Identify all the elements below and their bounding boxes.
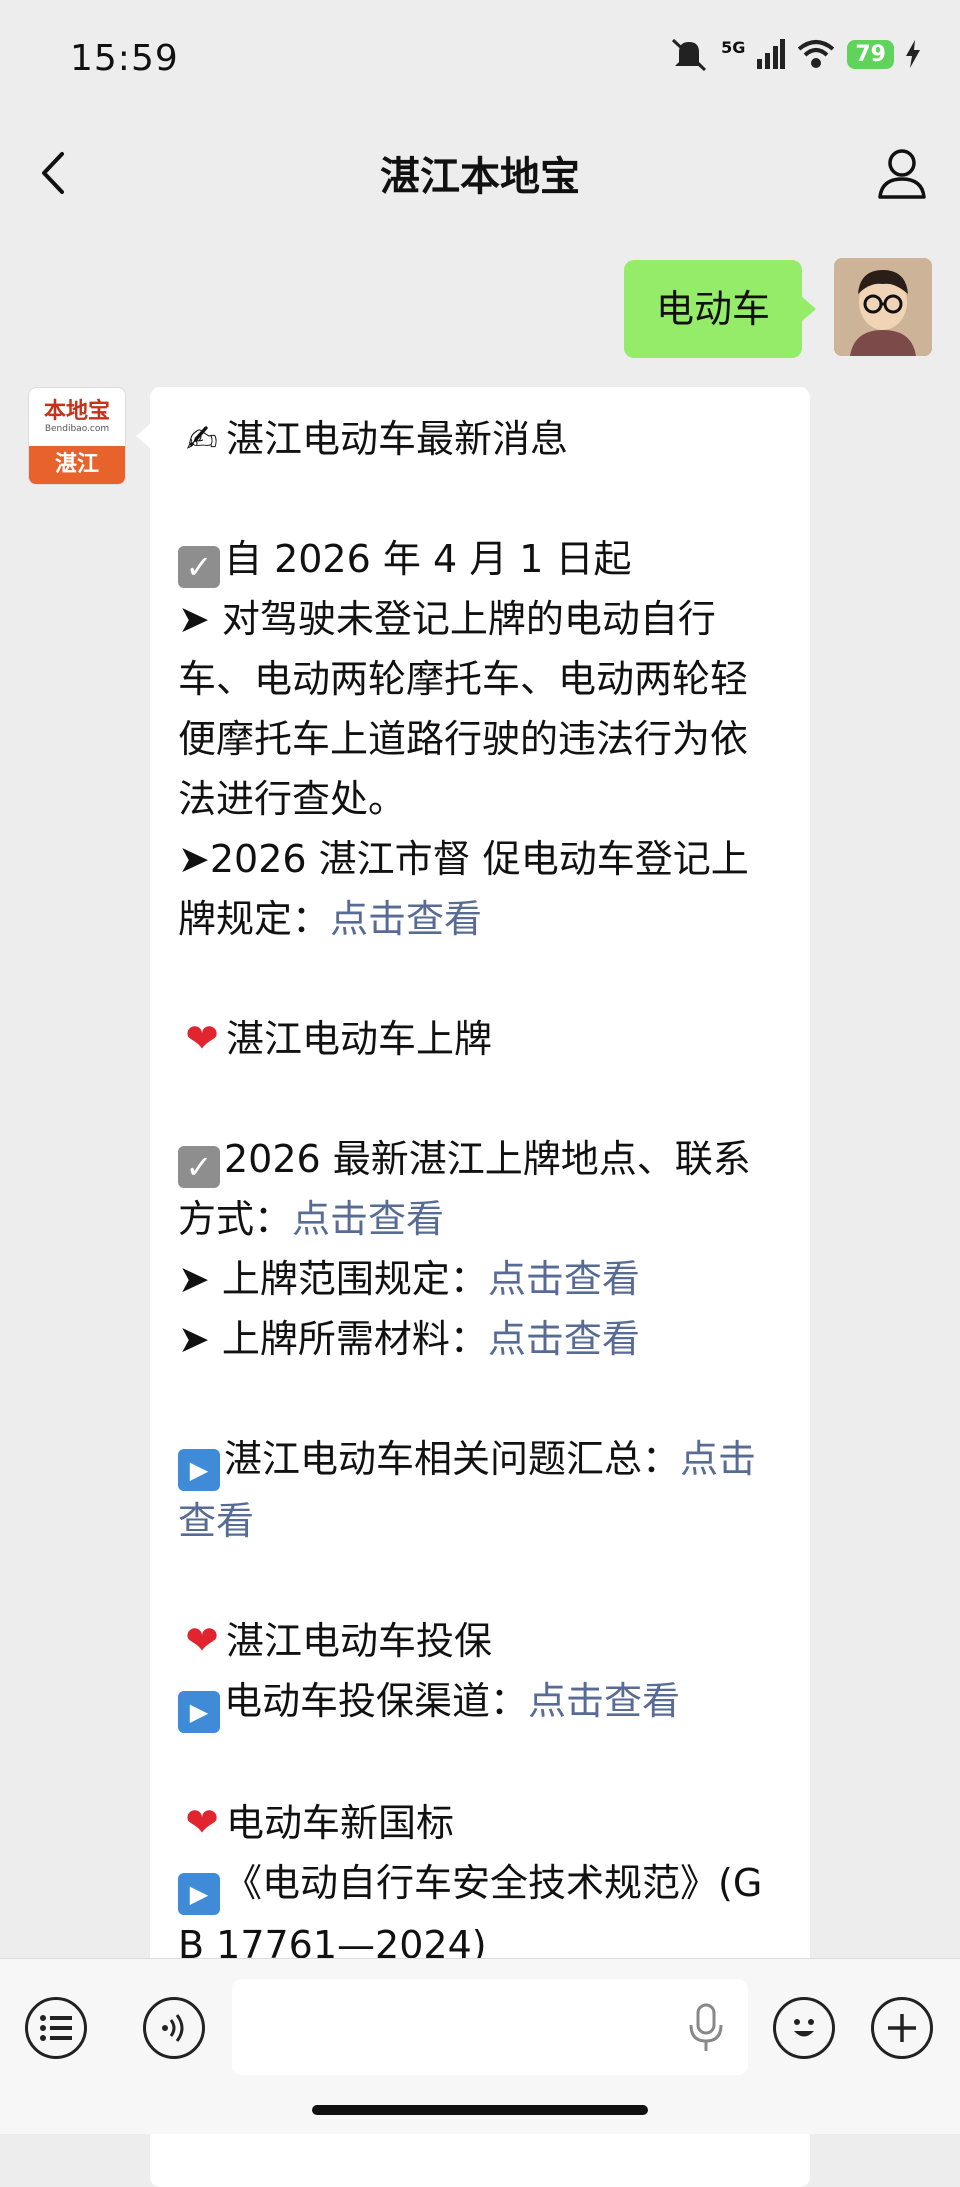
date-text: 自 2026 年 4 月 1 日起 [224,537,632,581]
scope-text: ➤ 上牌范围规定： [178,1257,488,1301]
status-bar: 15:59 5G 79 [0,0,960,120]
mute-icon [672,38,707,72]
insurance-heading: 湛江电动车投保 [226,1619,493,1663]
nav-bar: 湛江本地宝 [0,120,960,230]
play-icon: ▶ [178,1873,220,1915]
check-box-icon: ✓ [178,546,220,588]
heart-icon: ❤ [185,1618,219,1664]
message-line-date: ✓ 自 2026 年 4 月 1 日起 [178,529,782,589]
menu-list-icon[interactable] [25,1997,87,2059]
message-line-insurance-heading: ❤ 湛江电动车投保 [178,1611,782,1671]
user-message-text[interactable]: 电动车 [623,260,817,358]
message-line-scope: ➤ 上牌范围规定：点击查看 [178,1249,782,1309]
message-line-standard-heading: ❤ 电动车新国标 [178,1793,782,1853]
faq-text: 湛江电动车相关问题汇总： [224,1437,681,1481]
status-icons: 5G 79 [669,36,920,72]
message-line-locations: ✓ 2026 最新湛江上牌地点、联系方式：点击查看 [178,1129,782,1249]
bot-avatar[interactable]: 本地宝 Bendibao.com 湛江 [28,387,126,485]
message-line-insurance-channel: ▶ 电动车投保渠道：点击查看 [178,1671,782,1733]
heart-icon: ❤ [185,1800,219,1846]
headline-text: 湛江电动车最新消息 [226,417,569,461]
standard-heading: 电动车新国标 [226,1801,455,1845]
registration-heading: 湛江电动车上牌 [226,1017,493,1061]
play-icon: ▶ [178,1449,220,1491]
message-input[interactable] [232,1979,748,2075]
play-icon: ▶ [178,1691,220,1733]
home-indicator[interactable] [312,2105,648,2115]
emoji-icon[interactable] [773,1997,835,2059]
avatar-site-text: Bendibao.com [44,424,110,434]
message-line-standard: ▶ 《电动自行车安全技术规范》(GB 17761—2024) [178,1853,782,1975]
locations-text: 2026 最新湛江上牌地点、联系方式： [178,1137,751,1241]
microphone-icon[interactable] [688,2003,724,2053]
message-line-headline: ✍ 湛江电动车最新消息 [178,409,782,469]
heart-icon: ❤ [185,1016,219,1062]
view-link-insurance[interactable]: 点击查看 [528,1679,680,1723]
profile-icon[interactable] [874,145,930,201]
message-line-faq: ▶ 湛江电动车相关问题汇总：点击查看 [178,1429,782,1551]
writing-hand-icon: ✍ [186,417,218,461]
user-avatar-image [834,258,932,356]
insurance-channel-text: 电动车投保渠道： [224,1679,529,1723]
network-type: 5G [721,37,746,57]
view-link-materials[interactable]: 点击查看 [488,1317,640,1361]
view-link-locations[interactable]: 点击查看 [292,1197,444,1241]
battery-level: 79 [847,39,894,69]
bot-avatar-logo: 本地宝 Bendibao.com [29,388,125,446]
user-message[interactable]: 电动车 [623,260,817,358]
user-avatar[interactable] [834,258,932,356]
voice-mode-icon[interactable] [143,1997,205,2059]
page-title: 湛江本地宝 [380,154,580,200]
bot-message: ✍ 湛江电动车最新消息 ✓ 自 2026 年 4 月 1 日起 ➤ 对驾驶未登记上牌… [136,387,810,2187]
message-line-materials: ➤ 上牌所需材料：点击查看 [178,1309,782,1369]
add-more-icon[interactable] [871,1997,933,2059]
charging-icon [906,40,920,68]
view-link-scope[interactable]: 点击查看 [488,1257,640,1301]
standard-text: 《电动自行车安全技术规范》(GB 17761—2024) [178,1861,763,1967]
avatar-city-text: 湛江 [29,446,125,484]
avatar-brand-text: 本地宝 [43,399,110,424]
message-line-rule: ➤ 对驾驶未登记上牌的电动自行车、电动两轮摩托车、电动两轮轻便摩托车上道路行驶的… [178,597,749,821]
check-box-icon: ✓ [178,1146,220,1188]
view-link-regulation[interactable]: 点击查看 [330,897,482,941]
message-line-registration-heading: ❤ 湛江电动车上牌 [178,1009,782,1069]
materials-text: ➤ 上牌所需材料： [178,1317,488,1361]
wifi-icon [798,40,835,68]
status-time: 15:59 [70,38,179,79]
message-line-regulation: ➤2026 湛江市督 促电动车登记上牌规定：点击查看 [178,829,782,949]
signal-icon [757,39,786,69]
